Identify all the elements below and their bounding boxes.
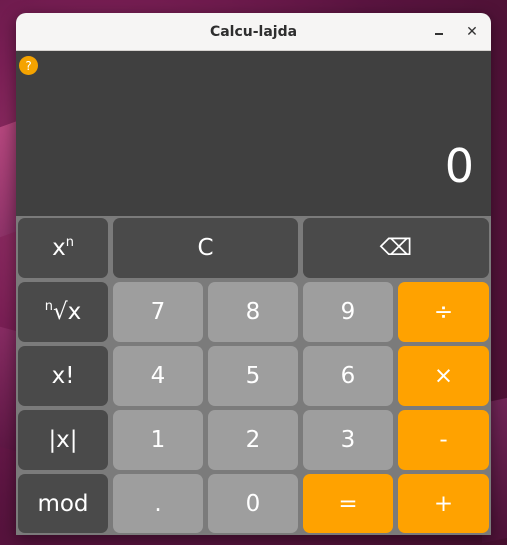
result-display: 0 (444, 139, 474, 193)
multiply-icon: × (433, 363, 454, 389)
multiply-button[interactable]: × (398, 346, 489, 406)
modulo-label: mod (37, 490, 89, 517)
window-title: Calcu-lajda (209, 23, 298, 40)
divide-button[interactable]: ÷ (398, 282, 489, 342)
nth-root-button[interactable]: n √x (18, 282, 108, 342)
absolute-value-button[interactable]: |x| (18, 410, 108, 470)
digit-2-label: 2 (245, 427, 261, 453)
close-icon: ✕ (466, 24, 478, 40)
clear-button[interactable]: C (113, 218, 298, 278)
digit-0-label: 0 (245, 490, 261, 517)
digit-6-button[interactable]: 6 (303, 346, 393, 406)
absolute-value-label: |x| (48, 427, 78, 453)
backspace-button[interactable]: ⌫ (303, 218, 489, 278)
digit-5-label: 5 (245, 363, 261, 389)
calculator-window: Calcu-lajda ✕ ? 0 xn C ⌫ n √x 7 8 9 ÷ x!… (16, 13, 491, 535)
digit-0-button[interactable]: 0 (208, 474, 298, 533)
minus-icon: - (439, 427, 448, 453)
close-button[interactable]: ✕ (460, 20, 484, 44)
root-index-label: n (44, 298, 53, 314)
digit-1-label: 1 (150, 427, 166, 453)
minimize-button[interactable] (427, 20, 451, 44)
display-panel: ? 0 (16, 51, 491, 216)
digit-2-button[interactable]: 2 (208, 410, 298, 470)
power-button[interactable]: xn (18, 218, 108, 278)
equals-button[interactable]: = (303, 474, 393, 533)
power-base-label: x (52, 235, 66, 261)
digit-4-label: 4 (150, 363, 166, 389)
digit-8-label: 8 (245, 299, 261, 325)
digit-6-label: 6 (340, 363, 356, 389)
add-button[interactable]: + (398, 474, 489, 533)
digit-4-button[interactable]: 4 (113, 346, 203, 406)
decimal-label: . (154, 490, 162, 517)
title-bar[interactable]: Calcu-lajda ✕ (16, 13, 491, 51)
clear-label: C (197, 235, 214, 261)
digit-3-button[interactable]: 3 (303, 410, 393, 470)
help-button[interactable]: ? (19, 56, 38, 75)
power-exponent-label: n (65, 234, 74, 250)
backspace-icon: ⌫ (379, 235, 413, 261)
digit-1-button[interactable]: 1 (113, 410, 203, 470)
question-icon: ? (25, 58, 32, 73)
digit-8-button[interactable]: 8 (208, 282, 298, 342)
digit-9-label: 9 (340, 299, 356, 325)
plus-icon: + (433, 490, 454, 517)
decimal-button[interactable]: . (113, 474, 203, 533)
digit-9-button[interactable]: 9 (303, 282, 393, 342)
keypad: xn C ⌫ n √x 7 8 9 ÷ x! 4 5 6 × |x| 1 2 3… (16, 216, 491, 535)
factorial-label: x! (51, 363, 75, 389)
root-body-label: √x (52, 299, 82, 325)
digit-7-label: 7 (150, 299, 166, 325)
divide-icon: ÷ (433, 299, 454, 325)
digit-7-button[interactable]: 7 (113, 282, 203, 342)
minimize-icon (435, 33, 443, 35)
subtract-button[interactable]: - (398, 410, 489, 470)
factorial-button[interactable]: x! (18, 346, 108, 406)
modulo-button[interactable]: mod (18, 474, 108, 533)
digit-5-button[interactable]: 5 (208, 346, 298, 406)
equals-icon: = (338, 490, 358, 517)
digit-3-label: 3 (340, 427, 356, 453)
